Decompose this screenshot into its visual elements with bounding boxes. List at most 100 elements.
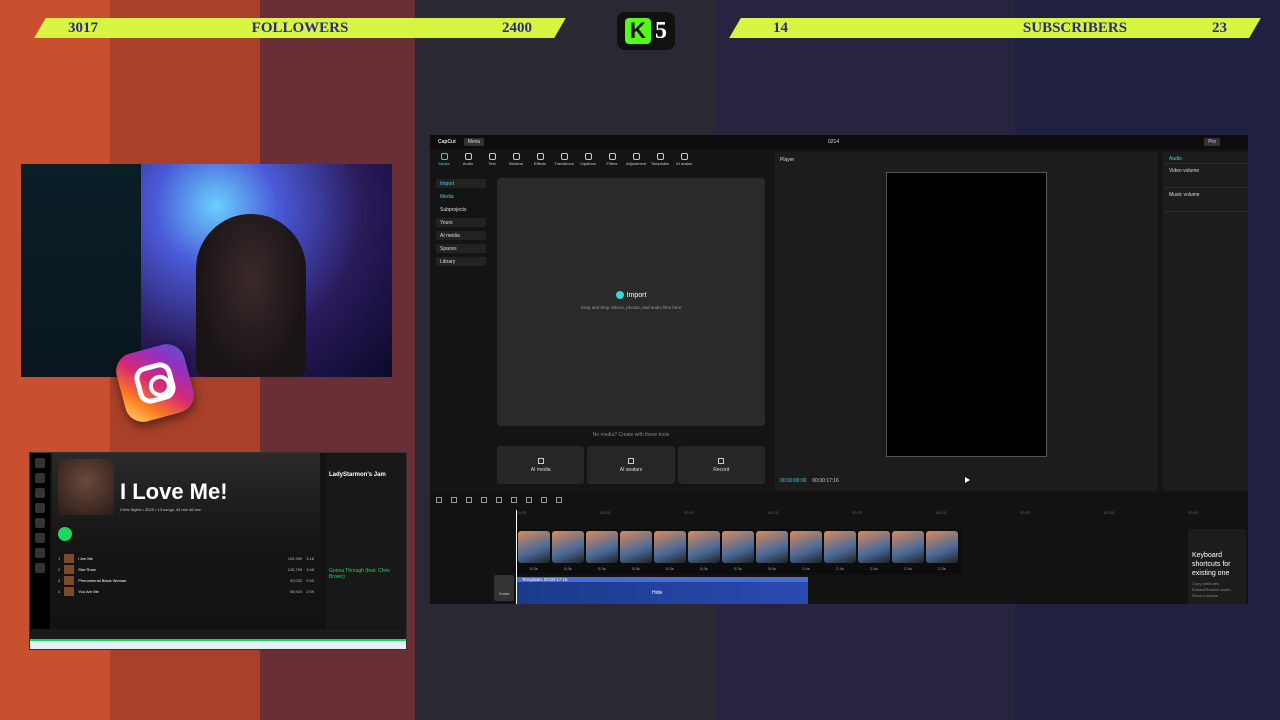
followers-right-count: 2400 <box>502 19 532 36</box>
record-icon <box>718 457 725 464</box>
timeline-clip[interactable]: 5.3s <box>688 531 720 571</box>
redo-icon[interactable] <box>466 497 472 503</box>
spotify-album-view: I Love Me! Chris Styles • 2025 • 13 song… <box>52 453 320 631</box>
track-row[interactable]: 4 You Are Me 98,924 2:59 <box>58 586 314 597</box>
title-bar: CapCut Menu 0214 Pro <box>430 135 1248 149</box>
ai-media-icon <box>537 457 544 464</box>
timeline-clip[interactable]: 5.3s <box>518 531 550 571</box>
nav-import[interactable]: Import <box>436 179 486 188</box>
player-panel: Player 00:00:00:00 00:00:17:16 <box>775 152 1158 491</box>
timeline-clip[interactable]: 2.3s <box>926 531 958 571</box>
cover-button[interactable]: Cover <box>494 575 514 601</box>
playhead[interactable] <box>516 510 517 604</box>
no-media-text: No media? Create with these tools <box>592 432 670 438</box>
queue-panel: LadyStarmon's Jam Gonna Through (feat. C… <box>326 453 406 631</box>
tab-audio-props[interactable]: Audio <box>1163 152 1248 164</box>
music-volume[interactable]: Music volume <box>1163 188 1248 212</box>
plus-icon <box>615 291 624 299</box>
import-button[interactable]: Import <box>497 291 765 299</box>
capcut-window: CapCut Menu 0214 Pro Media Audio Text St… <box>430 135 1248 604</box>
media-nav: Import Media Subprojects Yours AI media … <box>436 179 486 270</box>
properties-panel: Audio Video volume Music volume <box>1163 152 1248 491</box>
timeline-clip[interactable]: 5.3s <box>620 531 652 571</box>
kick-badge: K 5 <box>617 12 675 50</box>
record-card[interactable]: Record <box>677 446 765 484</box>
play-icon[interactable] <box>965 477 970 483</box>
followers-label: FOLLOWERS <box>251 19 349 36</box>
shield-icon[interactable] <box>511 497 517 503</box>
tab-effects[interactable]: Effects <box>530 153 550 166</box>
tab-transitions[interactable]: Transitions <box>554 153 574 166</box>
player-bar <box>30 629 406 639</box>
create-tools: AI media AI avatars Record <box>497 446 765 484</box>
track-list: 1I Am Me 105,390 3:18 2 She Rose 126,795 3:45… <box>58 553 314 597</box>
timeline-clip[interactable]: 5.3s <box>654 531 686 571</box>
tab-adjustment[interactable]: Adjustment <box>626 153 646 166</box>
timeline: 00:00 00:05 00:10 00:15 00:20 00:25 00:3… <box>430 493 1248 604</box>
track-row[interactable]: 1I Am Me 105,390 3:18 <box>58 553 314 564</box>
timeline-clip[interactable]: 2.4s <box>824 531 856 571</box>
nav-library[interactable]: Library <box>436 257 486 266</box>
tab-text[interactable]: Text <box>482 153 502 166</box>
followers-banner: 3017 FOLLOWERS 2400 <box>34 18 566 38</box>
player-label: Player <box>780 157 795 163</box>
pro-button[interactable]: Pro <box>1204 138 1220 146</box>
undo-icon[interactable] <box>451 497 457 503</box>
ai-avatars-icon <box>627 457 634 464</box>
subscribers-banner: 14 SUBSCRIBERS 23 <box>729 18 1261 38</box>
shortcut-desc: Copy attributes, Extract/Restore audio, … <box>1192 581 1232 598</box>
ai-media-card[interactable]: AI media <box>497 446 585 484</box>
play-button[interactable] <box>58 527 72 541</box>
subscribers-label: SUBSCRIBERS <box>1022 19 1128 36</box>
timeline-toolbar <box>430 493 1248 507</box>
nav-media[interactable]: Media <box>436 192 486 201</box>
select-icon[interactable] <box>436 497 442 503</box>
tab-media[interactable]: Media <box>434 153 454 166</box>
timeline-clip[interactable]: 5.3s <box>586 531 618 571</box>
followers-left-count: 3017 <box>68 19 98 36</box>
album-meta: Chris Styles • 2025 • 13 songs, 43 min 4… <box>120 507 201 512</box>
split-icon[interactable] <box>481 497 487 503</box>
kick-logo-icon: K <box>625 18 651 44</box>
capcut-logo: CapCut <box>438 139 456 145</box>
timeline-clip[interactable]: 5.0s <box>756 531 788 571</box>
templates-label: Templates 00:00:17:16 <box>522 577 568 582</box>
tab-templates[interactable]: Templates <box>650 153 670 166</box>
now-playing: Gonna Through (feat. Chris Brown) <box>329 568 390 580</box>
tab-captions[interactable]: Captions <box>578 153 598 166</box>
mirror-icon[interactable] <box>541 497 547 503</box>
timeline-clip[interactable]: 5.3s <box>722 531 754 571</box>
ai-avatars-card[interactable]: AI avatars <box>587 446 675 484</box>
nav-yours[interactable]: Yours <box>436 218 486 227</box>
nav-spaces[interactable]: Spaces <box>436 244 486 253</box>
rotate-icon[interactable] <box>556 497 562 503</box>
timeline-clip[interactable]: 2.4s <box>790 531 822 571</box>
subscribers-left-count: 14 <box>773 19 788 36</box>
tab-stickers[interactable]: Stickers <box>506 153 526 166</box>
drag-hint: Drag and drop videos, photos, and audio … <box>580 305 682 310</box>
timeline-clip[interactable]: 2.4s <box>858 531 890 571</box>
tab-filters[interactable]: Filters <box>602 153 622 166</box>
menu-button[interactable]: Menu <box>463 138 485 146</box>
timeline-clip[interactable]: 5.3s <box>552 531 584 571</box>
video-volume[interactable]: Video volume <box>1163 164 1248 188</box>
delete-icon[interactable] <box>496 497 502 503</box>
hide-button[interactable]: Hide <box>652 590 662 596</box>
album-title: I Love Me! <box>120 479 228 504</box>
tab-ai-avatar[interactable]: AI avatar <box>674 153 694 166</box>
templates-track[interactable]: Templates 00:00:17:16 Hide <box>516 577 808 604</box>
webcam-feed <box>21 164 392 377</box>
tab-audio[interactable]: Audio <box>458 153 478 166</box>
track-row[interactable]: 3 Phenomenal Black Woman 93,032 2:53 <box>58 575 314 586</box>
jam-title: LadyStarmon's Jam <box>329 472 386 478</box>
timeline-clip[interactable]: 2.4s <box>892 531 924 571</box>
webcam-side-art <box>21 164 141 377</box>
toolbar: Media Audio Text Stickers Effects Transi… <box>434 153 694 166</box>
media-drop-area[interactable]: Import Drag and drop videos, photos, and… <box>497 178 765 426</box>
spotify-sidebar <box>30 453 50 631</box>
nav-subprojects[interactable]: Subprojects <box>436 205 486 214</box>
track-row[interactable]: 2 She Rose 126,795 3:45 <box>58 564 314 575</box>
nav-ai-media[interactable]: AI media <box>436 231 486 240</box>
player-canvas[interactable] <box>886 172 1047 457</box>
crop-icon[interactable] <box>526 497 532 503</box>
